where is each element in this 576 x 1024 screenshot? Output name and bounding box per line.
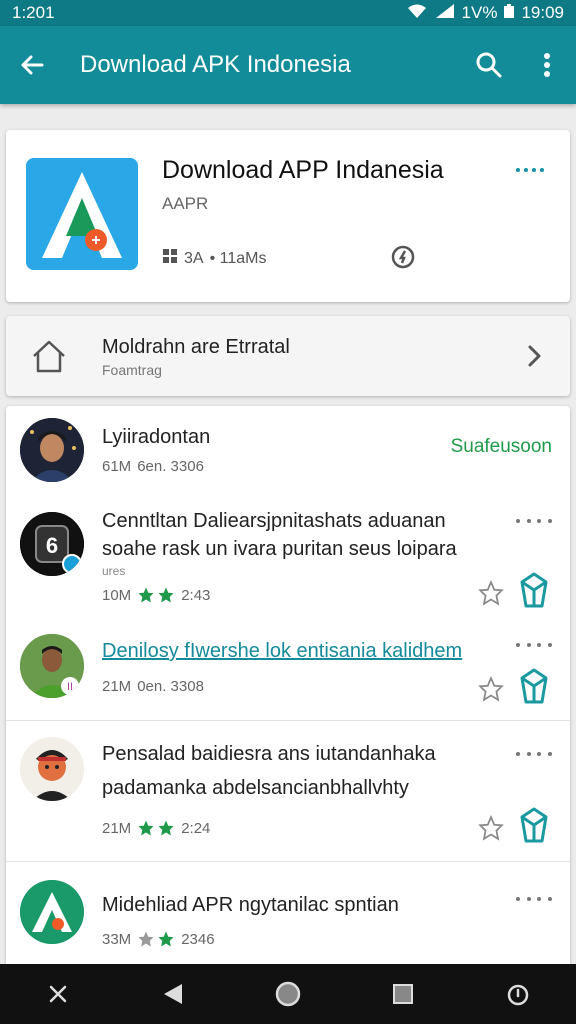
list-item[interactable]: II Denilosy fIwershe lok entisania kalid… <box>6 620 570 720</box>
power-icon[interactable] <box>493 969 543 1019</box>
item-title-line1: Cenntltan Daliearsjpnitashats aduanan <box>102 510 446 532</box>
home-outline-icon <box>30 338 68 374</box>
star-outline-icon[interactable] <box>478 675 504 702</box>
item-title: Midehliad APR ngytanilac spntian <box>102 894 399 916</box>
rating-stars <box>137 819 175 837</box>
avatar: II <box>20 634 84 698</box>
item-more-icon[interactable] <box>516 747 552 761</box>
avatar <box>20 418 84 482</box>
developer-name[interactable]: AAPR <box>162 194 208 214</box>
item-title-line2: soahe rask un ivara puritan seus loipara <box>102 538 457 560</box>
status-icons: 1V% 19:09 <box>406 3 564 24</box>
rating-stars <box>137 930 175 948</box>
battery-icon <box>503 3 515 24</box>
item-meta-text: 0en. 3308 <box>137 678 204 695</box>
item-status: Suafeusoon <box>450 436 552 457</box>
gem-icon[interactable] <box>514 666 554 706</box>
grid-icon <box>162 248 178 269</box>
item-meta: 61M 6en. 3306 <box>102 458 204 475</box>
star-filled-icon <box>158 820 174 836</box>
star-half-icon <box>138 931 154 947</box>
gem-icon[interactable] <box>514 570 554 610</box>
item-size: 21M <box>102 678 132 695</box>
more-dots-icon[interactable] <box>508 160 552 180</box>
list-item[interactable]: 6 Cenntltan Daliearsjpnitashats aduanan … <box>6 502 570 620</box>
item-small-text: ures <box>102 564 126 578</box>
item-meta-text: 2:24 <box>181 819 211 837</box>
item-meta-text: 2346 <box>181 930 215 948</box>
app-name: Download APP Indanesia <box>162 156 444 184</box>
back-triangle-icon[interactable] <box>148 969 198 1019</box>
svg-text:II: II <box>67 681 73 693</box>
star-filled-icon <box>158 587 174 603</box>
app-bar-title: Download APK Indonesia <box>80 51 351 78</box>
wifi-icon <box>406 3 428 24</box>
chevron-right-icon[interactable] <box>520 342 548 370</box>
star-outline-icon[interactable] <box>478 814 504 841</box>
overflow-menu-icon[interactable] <box>518 26 576 104</box>
item-title-line2: padamanka abdelsancianbhallvhty <box>102 777 409 799</box>
star-filled-icon <box>138 587 154 603</box>
star-filled-icon <box>158 931 174 947</box>
status-clock: 19:09 <box>521 3 564 22</box>
app-downloads: • 11aMs <box>209 249 267 267</box>
system-nav-bar <box>0 964 576 1024</box>
rating-stars <box>137 586 175 604</box>
app-header-card: Download APP Indanesia AAPR 3A • 11aMs <box>6 130 570 302</box>
signal-icon <box>434 3 456 24</box>
item-meta-text: 6en. 3306 <box>137 458 204 475</box>
back-arrow-icon[interactable] <box>0 26 64 104</box>
app-meta: 3A • 11aMs <box>162 248 266 269</box>
verified-badge-icon <box>390 244 416 270</box>
search-icon[interactable] <box>460 26 518 104</box>
item-meta: 21M 0en. 3308 <box>102 678 204 695</box>
item-more-icon[interactable] <box>516 514 552 528</box>
app-bar: Download APK Indonesia <box>0 26 576 104</box>
status-time: 1:201 <box>12 3 55 22</box>
star-outline-icon[interactable] <box>478 579 504 606</box>
avatar <box>20 737 84 801</box>
app-list: Lyiiradontan 61M 6en. 3306 Suafeusoon 6 … <box>6 406 570 964</box>
item-title: Lyiiradontan <box>102 426 211 448</box>
item-more-icon[interactable] <box>516 638 552 652</box>
app-logo <box>26 158 138 270</box>
item-meta: 10M 2:43 <box>102 586 210 604</box>
status-bar: 1:201 1V% 19:09 <box>0 0 576 26</box>
star-filled-icon <box>138 820 154 836</box>
home-circle-icon[interactable] <box>263 969 313 1019</box>
item-size: 33M <box>102 930 132 948</box>
avatar <box>20 880 84 944</box>
avatar: 6 <box>20 512 84 576</box>
list-item[interactable]: Lyiiradontan 61M 6en. 3306 Suafeusoon <box>6 406 570 502</box>
item-more-icon[interactable] <box>516 892 552 906</box>
app-size: 3A <box>184 249 204 267</box>
item-meta-text: 2:43 <box>181 586 211 604</box>
svg-text:6: 6 <box>46 533 58 558</box>
item-size: 10M <box>102 586 132 604</box>
install-row-title: Moldrahn are Etrratal <box>102 336 290 358</box>
list-item[interactable]: Midehliad APR ngytanilac spntian 33M 234… <box>6 862 570 964</box>
item-size: 21M <box>102 819 132 837</box>
item-meta: 33M 2346 <box>102 930 215 948</box>
install-row-subtitle: Foamtrag <box>102 362 162 378</box>
item-meta: 21M 2:24 <box>102 819 210 837</box>
item-title-link[interactable]: Denilosy fIwershe lok entisania kalidhem <box>102 640 462 663</box>
item-size: 61M <box>102 458 132 475</box>
recents-square-icon[interactable] <box>378 969 428 1019</box>
scissors-icon[interactable] <box>33 969 83 1019</box>
install-row[interactable]: Moldrahn are Etrratal Foamtrag <box>6 316 570 396</box>
list-item[interactable]: Pensalad baidiesra ans iutandanhaka pada… <box>6 721 570 861</box>
battery-text: 1V% <box>461 3 498 22</box>
gem-icon[interactable] <box>514 805 554 845</box>
item-title-line1: Pensalad baidiesra ans iutandanhaka <box>102 743 436 765</box>
